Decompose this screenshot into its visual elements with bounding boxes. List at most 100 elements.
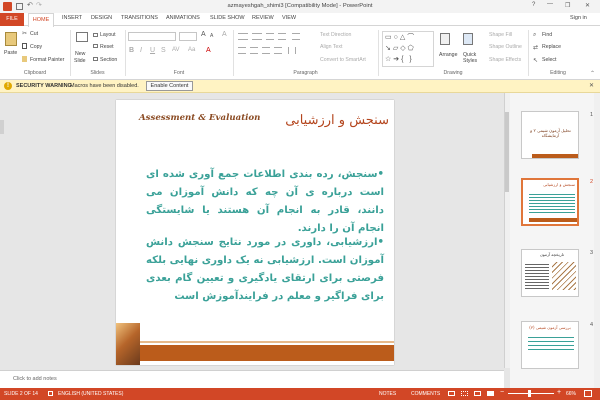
- editor-scroll-thumb[interactable]: [505, 112, 509, 192]
- quick-styles-icon[interactable]: [463, 33, 473, 45]
- zoom-slider[interactable]: [508, 393, 554, 394]
- thumbnail-text-lines: [528, 334, 574, 352]
- tab-insert[interactable]: INSERT: [62, 15, 82, 21]
- enable-content-button[interactable]: Enable Content: [146, 81, 193, 91]
- tab-transitions[interactable]: TRANSITIONS: [121, 15, 158, 21]
- align-left-icon[interactable]: [238, 47, 246, 54]
- font-name-select[interactable]: [128, 32, 176, 41]
- shrink-font-icon[interactable]: A: [210, 33, 213, 39]
- thumbnail-caption: سنجش و ارزشیابی: [543, 182, 575, 187]
- convert-smartart-button[interactable]: Convert to SmartArt: [320, 57, 366, 63]
- align-center-icon[interactable]: [250, 47, 258, 54]
- find-icon: ⌕: [533, 32, 537, 38]
- new-slide-button[interactable]: New: [75, 51, 85, 57]
- slide-sorter-icon[interactable]: [461, 391, 468, 396]
- left-collapse-handle[interactable]: [0, 120, 4, 134]
- security-close-button[interactable]: ✕: [589, 82, 594, 89]
- select-button[interactable]: Select: [542, 57, 556, 63]
- tab-file[interactable]: FILE: [0, 13, 24, 26]
- panel-scrollbar[interactable]: [594, 93, 600, 388]
- paste-icon[interactable]: [5, 32, 17, 46]
- shape-outline-button[interactable]: Shape Outline: [489, 44, 522, 50]
- zoom-level[interactable]: 66%: [566, 391, 576, 397]
- paste-button[interactable]: Paste: [4, 50, 17, 56]
- decrease-indent-icon[interactable]: [266, 33, 274, 40]
- signin-link[interactable]: Sign in: [570, 15, 587, 21]
- thumbnail-caption: بررسی آزمون شیمی (۳): [529, 325, 571, 330]
- tab-view[interactable]: VIEW: [282, 15, 296, 21]
- increase-indent-icon[interactable]: [278, 33, 286, 40]
- bullets-icon[interactable]: [238, 33, 248, 40]
- slide-thumbnail-active[interactable]: سنجش و ارزشیابی: [521, 178, 579, 226]
- shape-effects-button[interactable]: Shape Effects: [489, 57, 521, 63]
- format-painter-icon: [22, 56, 27, 62]
- slideshow-view-icon[interactable]: [487, 391, 494, 396]
- restore-button[interactable]: ❐: [565, 2, 570, 9]
- quick-styles-button-line2[interactable]: Styles: [463, 58, 477, 64]
- normal-view-icon[interactable]: [448, 391, 455, 396]
- font-size-select[interactable]: [179, 32, 197, 41]
- notes-pane[interactable]: [0, 370, 504, 388]
- zoom-in-button[interactable]: +: [557, 389, 561, 396]
- reset-button[interactable]: Reset: [100, 44, 114, 50]
- change-case-icon[interactable]: Aa: [188, 47, 195, 53]
- collapse-ribbon-icon[interactable]: ⌃: [590, 70, 595, 77]
- language-status[interactable]: ENGLISH (UNITED STATES): [58, 391, 123, 397]
- shape-fill-button[interactable]: Shape Fill: [489, 32, 512, 38]
- strikethrough-icon[interactable]: S: [161, 47, 166, 54]
- notes-placeholder[interactable]: Click to add notes: [13, 376, 57, 382]
- section-button[interactable]: Section: [100, 57, 117, 63]
- char-spacing-icon[interactable]: AV: [172, 47, 180, 53]
- tab-design[interactable]: DESIGN: [91, 15, 112, 21]
- tab-review[interactable]: REVIEW: [252, 15, 274, 21]
- replace-button[interactable]: Replace: [542, 44, 561, 50]
- font-color-icon[interactable]: A: [206, 47, 211, 54]
- zoom-slider-thumb[interactable]: [528, 390, 531, 397]
- cut-button[interactable]: Cut: [30, 31, 38, 37]
- grow-font-icon[interactable]: A: [201, 31, 206, 38]
- find-button[interactable]: Find: [542, 32, 552, 38]
- layout-button[interactable]: Layout: [100, 32, 116, 38]
- tab-animations[interactable]: ANIMATIONS: [166, 15, 200, 21]
- new-slide-icon[interactable]: [76, 32, 88, 42]
- comments-toggle-button[interactable]: COMMENTS: [411, 391, 440, 397]
- format-painter-button[interactable]: Format Painter: [30, 57, 64, 63]
- zoom-out-button[interactable]: −: [500, 389, 504, 396]
- thumbnail-number: 4: [590, 322, 594, 328]
- bold-icon[interactable]: B: [129, 47, 134, 54]
- new-slide-button-line2[interactable]: Slide: [74, 58, 86, 64]
- slide-title[interactable]: سنجش و ارزشیابی: [271, 113, 389, 128]
- slide-thumbnail[interactable]: تحلیل آزمون شیمی ۲ و آزمایشگاه: [521, 111, 579, 159]
- numbering-icon[interactable]: [252, 33, 262, 40]
- slide-thumbnail[interactable]: بررسی آزمون شیمی (۳): [521, 321, 579, 369]
- align-text-button[interactable]: Align Text: [320, 44, 342, 50]
- underline-icon[interactable]: U: [150, 47, 155, 54]
- justify-icon[interactable]: [274, 47, 282, 54]
- close-button[interactable]: ✕: [585, 2, 590, 9]
- clear-formatting-icon[interactable]: A: [222, 31, 227, 38]
- thumbnail-number: 2: [590, 179, 594, 185]
- copy-button[interactable]: Copy: [30, 44, 42, 50]
- line-spacing-icon[interactable]: [292, 33, 300, 40]
- notes-toggle-button[interactable]: NOTES: [379, 391, 396, 397]
- reading-view-icon[interactable]: [474, 391, 481, 396]
- slide-body-paragraph-2[interactable]: •ارزشیابی، داوری در مورد نتایج سنجش دانش…: [146, 234, 384, 306]
- align-right-icon[interactable]: [262, 47, 270, 54]
- slide-body-paragraph-1[interactable]: •سنجش، رده بندی اطلاعات جمع آوری شده ای …: [146, 166, 384, 238]
- arrange-button[interactable]: Arrange: [439, 52, 457, 58]
- text-direction-button[interactable]: Text Direction: [320, 32, 351, 38]
- tab-home[interactable]: HOME: [28, 13, 54, 27]
- italic-icon[interactable]: I: [140, 47, 142, 54]
- spellcheck-icon[interactable]: [48, 391, 53, 396]
- slide-thumbnail[interactable]: تاریخچه آزمون: [521, 249, 579, 297]
- fit-slide-icon[interactable]: [584, 390, 592, 397]
- columns-icon[interactable]: [288, 47, 296, 54]
- slide-counter: SLIDE 2 OF 14: [4, 391, 38, 397]
- slide-canvas[interactable]: Assessment & Evaluation سنجش و ارزشیابی …: [116, 100, 394, 365]
- shapes-gallery[interactable]: ▭○△⌒ ↘▱◇⬠ ☆➔{ }: [382, 31, 434, 67]
- clipboard-group-label: Clipboard: [23, 70, 47, 76]
- minimize-button[interactable]: —: [547, 1, 553, 7]
- arrange-icon[interactable]: [440, 33, 450, 45]
- help-button[interactable]: ?: [532, 2, 535, 8]
- tab-slide-show[interactable]: SLIDE SHOW: [210, 15, 245, 21]
